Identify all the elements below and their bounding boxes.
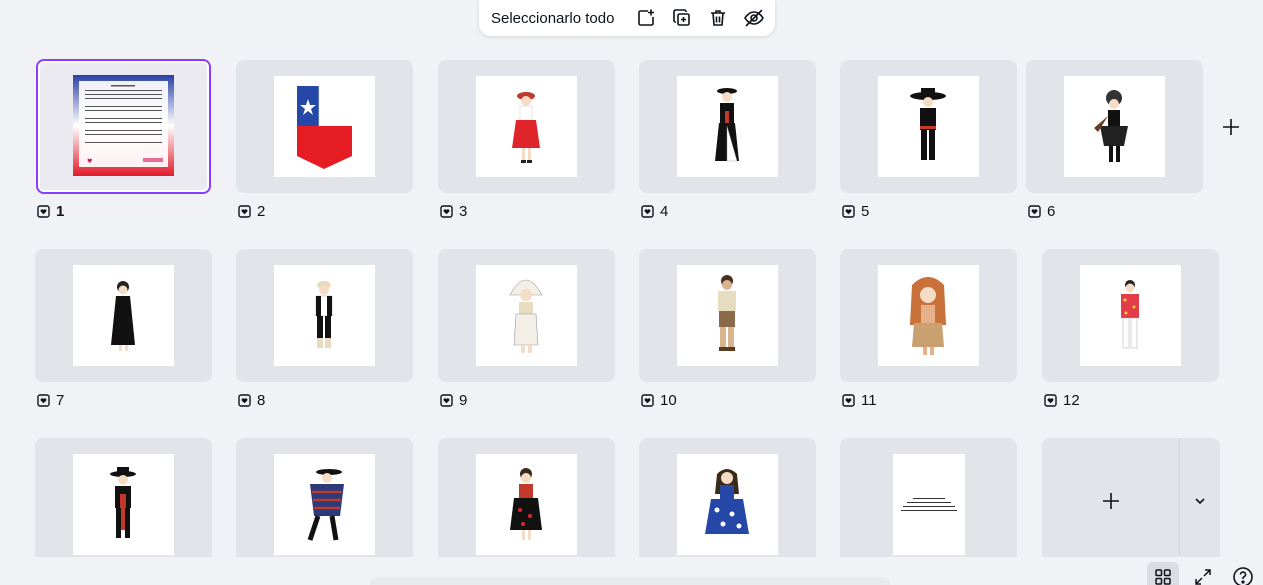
trash-icon [711, 10, 726, 26]
page-thumbnail-13[interactable] [35, 438, 212, 571]
hide-icon [744, 9, 765, 27]
fullscreen-button[interactable] [1187, 562, 1219, 585]
plus-icon [1102, 492, 1119, 509]
page-preview [893, 454, 965, 555]
page-number: 3 [459, 203, 468, 220]
page-notes-icon [440, 394, 453, 407]
page-notes-icon [842, 394, 855, 407]
page-label-5: 5 [842, 203, 869, 220]
add-page-side-button[interactable] [1220, 116, 1242, 138]
page-preview [274, 265, 375, 366]
page-label-9: 9 [440, 392, 467, 409]
page-thumbnail-2[interactable] [236, 60, 413, 193]
page-notes-icon [238, 394, 251, 407]
duplicate-icon [673, 9, 691, 26]
page-thumbnail-7[interactable] [35, 249, 212, 382]
page-preview [878, 265, 979, 366]
page-number: 11 [861, 392, 877, 409]
page-number: 4 [660, 203, 669, 220]
page-thumbnail-5[interactable] [840, 60, 1017, 193]
chevron-down-icon [1195, 497, 1205, 504]
page-thumbnail-16[interactable] [639, 438, 816, 571]
add-page-tile-button[interactable] [1042, 438, 1179, 563]
page-thumbnail-17[interactable] [840, 438, 1017, 571]
page-number: 10 [660, 392, 677, 409]
page-thumbnail-15[interactable] [438, 438, 615, 571]
page-preview [677, 454, 778, 555]
help-button[interactable] [1227, 562, 1259, 585]
page-notes-icon [1044, 394, 1057, 407]
add-page-button[interactable] [628, 3, 664, 33]
page-thumbnail-8[interactable] [236, 249, 413, 382]
page-preview [677, 76, 778, 177]
page-preview [476, 76, 577, 177]
delete-page-button[interactable] [700, 3, 736, 33]
selection-toolbar: Seleccionarlo todo [479, 0, 775, 36]
page-number: 9 [459, 392, 468, 409]
page-preview [73, 454, 174, 555]
grid-view-button[interactable] [1147, 562, 1179, 585]
grid-view-icon [1155, 569, 1171, 585]
page-label-11: 11 [842, 392, 877, 409]
add-page-options-button[interactable] [1179, 438, 1220, 563]
page-preview [1080, 265, 1181, 366]
page-notes-icon [37, 394, 50, 407]
page-thumbnail-10[interactable] [639, 249, 816, 382]
page-notes-icon [37, 205, 50, 218]
page-notes-icon [641, 394, 654, 407]
page-number: 8 [257, 392, 266, 409]
page-preview [677, 265, 778, 366]
page-thumbnail-14[interactable] [236, 438, 413, 571]
hide-page-button[interactable] [736, 3, 772, 33]
page-number: 7 [56, 392, 65, 409]
page-thumbnail-6[interactable] [1026, 60, 1203, 193]
page-notes-icon [440, 205, 453, 218]
page-label-4: 4 [641, 203, 668, 220]
select-all-button[interactable]: Seleccionarlo todo [491, 10, 614, 27]
page-label-3: 3 [440, 203, 467, 220]
bottom-panel-edge [370, 577, 890, 585]
fullscreen-icon [1195, 569, 1211, 585]
page-notes-icon [238, 205, 251, 218]
add-page-icon [638, 9, 655, 26]
page-thumbnail-12[interactable] [1042, 249, 1219, 382]
page-number: 5 [861, 203, 870, 220]
page-number: 1 [56, 203, 65, 220]
page-number: 12 [1063, 392, 1080, 409]
page-label-10: 10 [641, 392, 677, 409]
page-number: 6 [1047, 203, 1056, 220]
page-thumbnail-11[interactable] [840, 249, 1017, 382]
svg-text:♥: ♥ [87, 158, 92, 165]
plus-icon [1223, 119, 1239, 135]
page-thumbnail-9[interactable] [438, 249, 615, 382]
page-notes-icon [641, 205, 654, 218]
page-preview: ♥ [73, 75, 174, 176]
page-preview [1064, 76, 1165, 177]
page-notes-icon [842, 205, 855, 218]
page-thumbnail-4[interactable] [639, 60, 816, 193]
page-preview [73, 265, 174, 366]
page-notes-icon [1028, 205, 1041, 218]
duplicate-page-button[interactable] [664, 3, 700, 33]
help-icon [1233, 567, 1253, 585]
page-number: 2 [257, 203, 266, 220]
page-preview [274, 454, 375, 555]
page-preview [878, 76, 979, 177]
bottom-bar [0, 557, 1263, 585]
page-label-7: 7 [37, 392, 64, 409]
page-preview [476, 265, 577, 366]
page-thumbnail-1[interactable]: ♥ [36, 59, 211, 194]
page-preview [476, 454, 577, 555]
page-label-1: 1 [37, 203, 64, 220]
page-label-2: 2 [238, 203, 265, 220]
page-label-12: 12 [1044, 392, 1080, 409]
add-page-tile [1042, 438, 1220, 563]
page-preview [274, 76, 375, 177]
page-thumbnail-3[interactable] [438, 60, 615, 193]
page-label-6: 6 [1028, 203, 1055, 220]
page-label-8: 8 [238, 392, 265, 409]
